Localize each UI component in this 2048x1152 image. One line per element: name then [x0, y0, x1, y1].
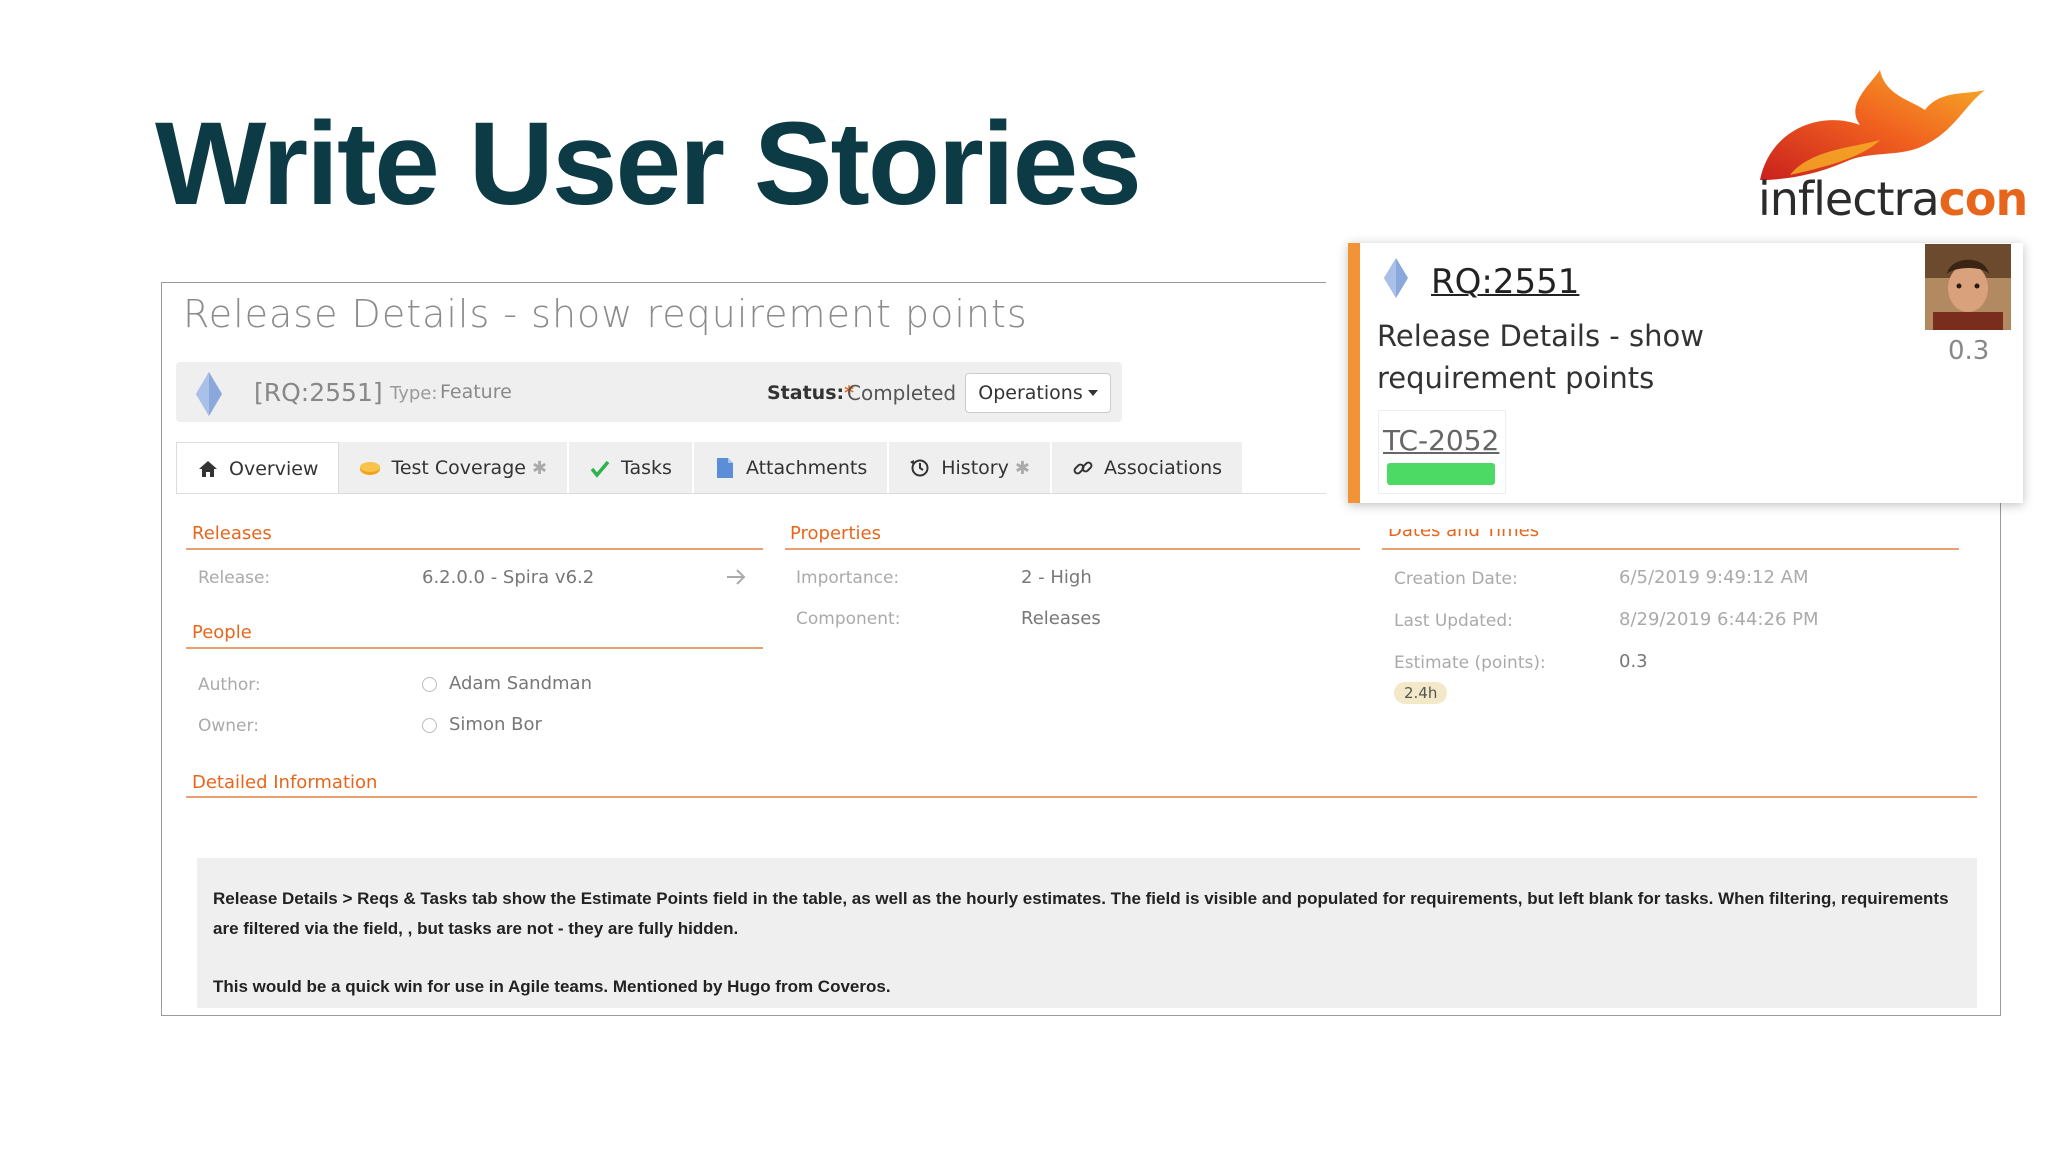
owner-field[interactable]: Simon Bor [422, 714, 542, 735]
last-updated-label: Last Updated: [1394, 611, 1513, 631]
release-value[interactable]: 6.2.0.0 - Spira v6.2 [422, 567, 594, 588]
type-label: Type: [390, 383, 438, 404]
type-value: Feature [440, 381, 512, 403]
operations-dropdown-button[interactable]: Operations [965, 373, 1111, 413]
owner-value: Simon Bor [449, 714, 542, 735]
tab-label: Overview [229, 457, 319, 480]
component-value[interactable]: Releases [1021, 608, 1101, 629]
estimate-label: Estimate (points): [1394, 653, 1546, 673]
tab-tasks[interactable]: Tasks [569, 442, 694, 494]
tab-overview[interactable]: Overview [176, 442, 340, 494]
user-status-icon [422, 676, 437, 692]
tab-underline [176, 493, 1326, 494]
author-label: Author: [198, 675, 261, 695]
component-label: Component: [796, 609, 901, 629]
status-label: Status:* [767, 382, 854, 404]
people-rule [186, 647, 763, 649]
description-paragraph: This would be a quick win for use in Agi… [213, 977, 891, 996]
logo-wordmark: inflectracon [1758, 172, 2029, 226]
tab-associations[interactable]: Associations [1051, 442, 1245, 494]
importance-label: Importance: [796, 568, 900, 588]
detailed-info-rule [186, 796, 1977, 798]
tab-label: Attachments [745, 457, 868, 479]
card-requirement-id[interactable]: RQ:2551 [1431, 262, 1579, 302]
owner-label: Owner: [198, 716, 259, 736]
properties-heading: Properties [790, 523, 881, 544]
creation-date-value: 6/5/2019 9:49:12 AM [1619, 567, 1809, 588]
description-text: Release Details > Reqs & Tasks tab show … [213, 884, 1973, 1002]
test-case-progress-bar [1387, 463, 1495, 485]
operations-label: Operations [978, 382, 1083, 404]
history-icon [909, 457, 931, 479]
user-status-icon [422, 717, 437, 733]
tab-label: History [941, 457, 1009, 479]
requirement-title: Release Details - show requirement point… [183, 292, 1028, 336]
document-icon [714, 457, 736, 479]
tab-test-coverage[interactable]: Test Coverage ✱ [339, 442, 570, 494]
dates-rule [1382, 548, 1959, 550]
tab-label: Tasks [621, 457, 672, 479]
releases-heading: Releases [192, 523, 272, 544]
releases-rule [186, 548, 763, 550]
link-icon [1072, 457, 1094, 479]
requirement-diamond-icon [1384, 258, 1408, 298]
author-value: Adam Sandman [449, 673, 592, 694]
tab-bar: Overview Test Coverage ✱ Tasks Attachmen… [176, 442, 1245, 494]
tab-label: Test Coverage [391, 457, 526, 479]
avatar [1925, 244, 2011, 330]
slide-title: Write User Stories [155, 98, 1142, 230]
hours-estimate-badge: 2.4h [1394, 682, 1448, 704]
tab-label: Associations [1103, 457, 1223, 479]
test-coverage-icon [359, 457, 381, 479]
logo-text-main: inflectra [1758, 172, 1940, 226]
people-heading: People [192, 622, 252, 643]
asterisk-icon: ✱ [531, 457, 548, 479]
requirement-id: [RQ:2551] [254, 378, 383, 407]
requirement-diamond-icon [196, 372, 222, 416]
tab-attachments[interactable]: Attachments [693, 442, 890, 494]
properties-rule [785, 548, 1360, 550]
importance-value[interactable]: 2 - High [1021, 567, 1092, 588]
estimate-value[interactable]: 0.3 [1619, 651, 1648, 672]
arrow-right-icon[interactable] [725, 567, 747, 587]
tab-history[interactable]: History ✱ [889, 442, 1052, 494]
card-estimate: 0.3 [1948, 336, 1990, 366]
creation-date-label: Creation Date: [1394, 569, 1518, 589]
description-paragraph: Release Details > Reqs & Tasks tab show … [213, 889, 1949, 938]
home-icon [197, 458, 219, 480]
author-field[interactable]: Adam Sandman [422, 673, 592, 694]
caret-down-icon [1087, 390, 1098, 396]
test-case-link[interactable]: TC-2052 [1383, 424, 1499, 457]
card-requirement-title: Release Details - show requirement point… [1377, 319, 1704, 395]
asterisk-icon: ✱ [1014, 457, 1030, 479]
last-updated-value: 8/29/2019 6:44:26 PM [1619, 609, 1819, 630]
status-label-text: Status: [767, 382, 845, 404]
logo-text-accent: con [1938, 172, 2029, 226]
detailed-info-heading: Detailed Information [192, 772, 378, 793]
checkmark-icon [589, 457, 611, 479]
release-label: Release: [198, 568, 271, 588]
status-value[interactable]: Completed [847, 381, 956, 405]
